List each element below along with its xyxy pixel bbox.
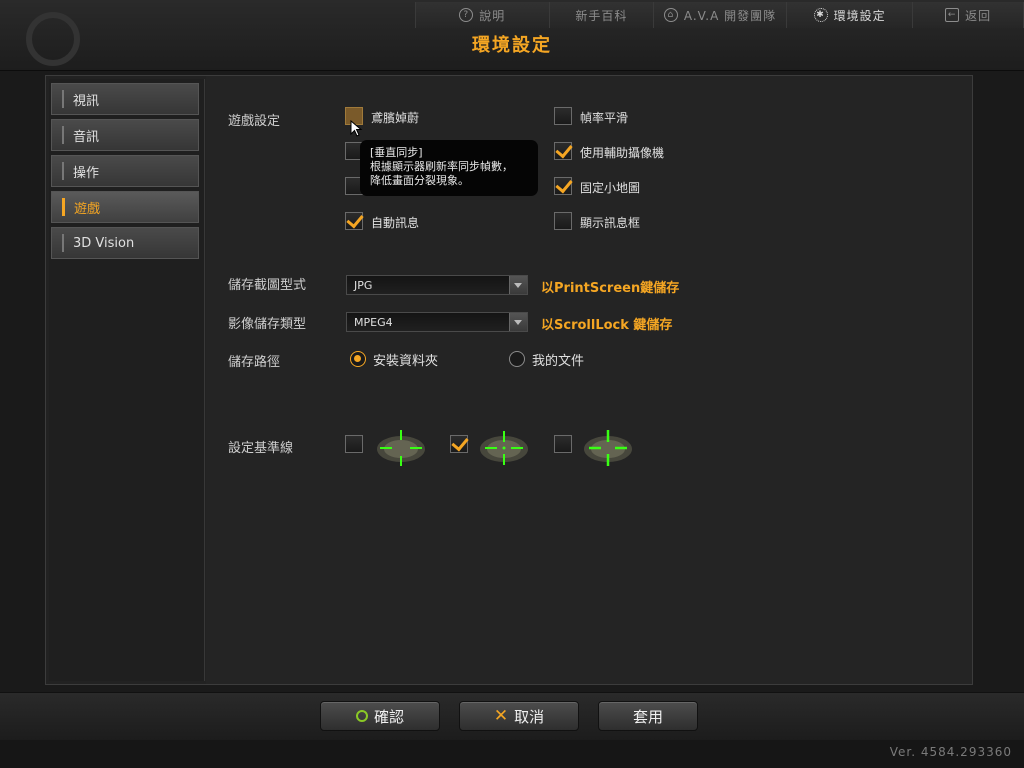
top-navigation: ? 說明 新手百科 ⌂ A.V.A 開發團隊 ✱ 環境設定 ← 返回 [415,2,1024,28]
fixed-minimap-label: 固定小地圖 [580,181,641,195]
tooltip-title: [垂直同步] [370,146,423,159]
apply-button-label: 套用 [632,707,663,726]
nav-beginner-guide-label: 新手百科 [575,8,628,23]
crosshair-2-icon [480,431,528,465]
sidebar-item-label: 視訊 [73,93,100,109]
assist-camera-label: 使用輔助攝像機 [580,146,665,160]
apply-button[interactable]: 套用 [598,701,698,731]
sidebar-item-game[interactable]: 遊戲 [51,191,199,223]
crosshair-1-icon [377,430,425,466]
auto-message-label: 自動訊息 [371,216,420,230]
crosshair-3-icon [584,430,632,466]
video-format-label: 影像儲存類型 [228,317,307,332]
checkbox-crosshair-2[interactable] [450,435,468,453]
my-documents-label: 我的文件 [532,354,585,369]
nav-beginner-guide[interactable]: 新手百科 [550,2,655,28]
radio-install-folder[interactable] [350,351,366,367]
home-icon: ⌂ [663,8,678,22]
screenshot-format-select[interactable]: JPG [346,275,528,295]
sidebar-marker [62,162,64,180]
message-box-label: 顯示訊息框 [580,216,641,230]
vsync-tooltip: [垂直同步] 根據顯示器刷新率同步幀數， 降低畫面分裂現象。 [360,140,538,196]
version-label: Ver. 4584.293360 [889,745,1012,759]
question-icon: ? [459,8,474,22]
settings-sidebar: 視訊 音訊 操作 遊戲 3D Vision [49,79,205,681]
confirm-button-label: 確認 [373,707,404,726]
option-1-label: 鳶臏婥蔚 [371,111,420,125]
sidebar-item-label: 3D Vision [73,235,135,251]
video-format-select[interactable]: MPEG4 [346,312,528,332]
nav-dev-team[interactable]: ⌂ A.V.A 開發團隊 [654,2,787,28]
chevron-down-icon[interactable] [509,276,527,294]
frame-smoothing-label: 幀率平滑 [580,111,629,125]
nav-back-label: 返回 [965,8,992,23]
sidebar-item-audio[interactable]: 音訊 [51,119,199,151]
crosshair-label: 設定基準線 [228,441,294,456]
screenshot-hint: 以PrintScreen鍵儲存 [541,281,680,296]
sidebar-marker [62,90,64,108]
checkbox-frame-smoothing[interactable] [554,107,572,125]
video-format-value: MPEG4 [354,316,393,329]
nav-settings[interactable]: ✱ 環境設定 [787,2,914,28]
sidebar-marker [62,198,65,216]
game-settings-label: 遊戲設定 [228,114,281,129]
screenshot-format-value: JPG [354,279,373,292]
mouse-cursor-icon [350,120,363,137]
close-icon: ✕ [493,705,509,726]
nav-dev-team-label: A.V.A 開發團隊 [683,8,777,23]
settings-content [206,76,972,684]
sidebar-item-3d-vision[interactable]: 3D Vision [51,227,199,259]
chevron-down-icon[interactable] [509,313,527,331]
nav-help-label: 說明 [479,8,506,23]
screenshot-format-label: 儲存截圖型式 [228,278,307,293]
radio-my-documents[interactable] [509,351,525,367]
checkbox-message-box[interactable] [554,212,572,230]
sidebar-item-label: 音訊 [73,129,100,145]
tooltip-line-2: 降低畫面分裂現象。 [370,174,469,187]
video-hint: 以ScrollLock 鍵儲存 [541,318,673,333]
top-bar: ? 說明 新手百科 ⌂ A.V.A 開發團隊 ✱ 環境設定 ← 返回 環境設定 [0,0,1024,71]
page-title: 環境設定 [472,35,552,56]
circle-icon [355,710,368,722]
tooltip-line-1: 根據顯示器刷新率同步幀數， [370,160,513,173]
confirm-button[interactable]: 確認 [320,701,440,731]
checkbox-assist-camera[interactable] [554,142,572,160]
status-bar [0,740,1024,768]
cancel-button-label: 取消 [514,707,545,726]
nav-settings-label: 環境設定 [833,8,886,23]
nav-help[interactable]: ? 說明 [416,2,550,28]
gear-icon: ✱ [813,8,828,22]
nav-back[interactable]: ← 返回 [913,2,1024,28]
sidebar-item-label: 操作 [73,165,100,181]
checkbox-crosshair-1[interactable] [345,435,363,453]
back-icon: ← [945,8,960,22]
install-folder-label: 安裝資料夾 [373,354,439,369]
sidebar-marker [62,234,64,252]
save-path-label: 儲存路徑 [228,355,281,370]
sidebar-item-controls[interactable]: 操作 [51,155,199,187]
sidebar-item-video[interactable]: 視訊 [51,83,199,115]
cancel-button[interactable]: ✕ 取消 [459,701,579,731]
checkbox-crosshair-3[interactable] [554,435,572,453]
checkbox-auto-message[interactable] [345,212,363,230]
checkbox-fixed-minimap[interactable] [554,177,572,195]
sidebar-item-label: 遊戲 [74,201,101,217]
sidebar-marker [62,126,64,144]
